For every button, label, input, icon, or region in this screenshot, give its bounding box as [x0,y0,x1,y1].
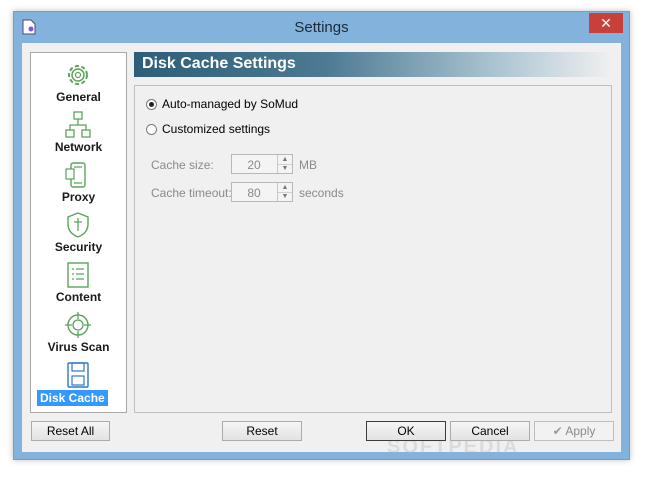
proxy-icon [65,162,86,188]
sidebar-item-label: Virus Scan [47,340,110,354]
sidebar-item-label: General [56,90,101,104]
list-icon [67,262,89,288]
sidebar-item-security[interactable]: Security [31,207,126,257]
sidebar-item-label: Security [54,240,103,254]
cache-timeout-stepper[interactable]: 80 ▲ ▼ [231,182,293,202]
shield-icon [67,212,89,238]
ok-button[interactable]: OK [366,421,446,441]
disk-cache-panel: Auto-managed by SoMud Customized setting… [134,85,612,413]
close-button[interactable]: ✕ [589,13,623,33]
settings-sidebar: General Network Proxy Security Content V… [30,52,127,413]
sidebar-item-content[interactable]: Content [31,257,126,307]
settings-window: Settings ✕ General Network Proxy Securit… [13,11,630,460]
sidebar-item-proxy[interactable]: Proxy [31,157,126,207]
cache-size-label: Cache size: [151,158,214,172]
customized-settings-radio[interactable] [146,124,157,135]
cache-timeout-unit: seconds [299,186,344,200]
window-title: Settings [294,19,349,36]
target-icon [65,312,91,338]
decrement-arrow-icon[interactable]: ▼ [278,192,292,201]
decrement-arrow-icon[interactable]: ▼ [278,164,292,173]
auto-managed-radio[interactable] [146,99,157,110]
cache-timeout-value[interactable]: 80 [232,186,276,200]
network-icon [65,111,91,138]
sidebar-item-label: Content [55,290,102,304]
gear-icon [68,65,88,85]
sidebar-item-virus-scan[interactable]: Virus Scan [31,307,126,357]
apply-label: Apply [565,424,596,438]
sidebar-item-label: Disk Cache [37,390,108,406]
sidebar-item-label: Network [54,140,103,154]
apply-button[interactable]: ✔ Apply [534,421,614,441]
cache-size-unit: MB [299,158,317,172]
customized-settings-label[interactable]: Customized settings [162,122,270,136]
reset-all-button[interactable]: Reset All [31,421,110,441]
checkmark-icon: ✔ [552,424,563,438]
cancel-button[interactable]: Cancel [450,421,530,441]
dialog-client-area: General Network Proxy Security Content V… [22,43,621,458]
panel-title: Disk Cache Settings [142,55,296,72]
panel-header: Disk Cache Settings [134,52,612,77]
reset-button[interactable]: Reset [222,421,302,441]
sidebar-item-label: Proxy [61,190,96,204]
title-bar[interactable]: Settings ✕ [14,12,629,43]
cache-size-value[interactable]: 20 [232,158,276,172]
sidebar-item-disk-cache[interactable]: Disk Cache [31,357,126,407]
cache-size-stepper[interactable]: 20 ▲ ▼ [231,154,293,174]
cache-timeout-label: Cache timeout: [151,186,232,200]
sidebar-item-general[interactable]: General [31,57,126,107]
sidebar-item-network[interactable]: Network [31,107,126,157]
cache-size-arrows: ▲ ▼ [277,155,292,173]
floppy-disk-icon [67,362,89,388]
auto-managed-label[interactable]: Auto-managed by SoMud [162,97,298,111]
cache-timeout-arrows: ▲ ▼ [277,183,292,201]
